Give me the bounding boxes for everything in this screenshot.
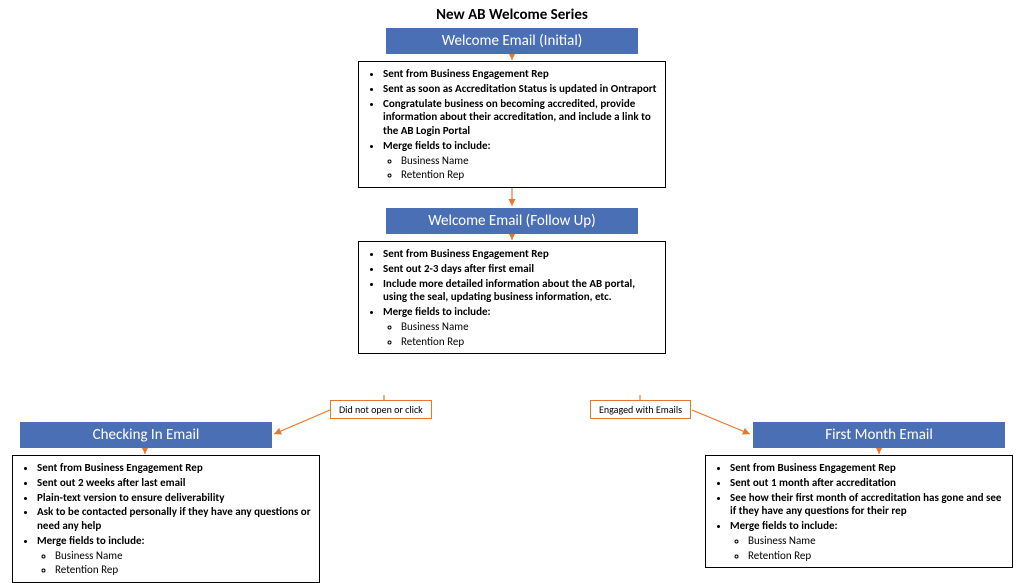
firstmonth-bullet: Merge fields to include: Business Name R… (730, 519, 1004, 562)
checkin-body: Sent from Business Engagement Rep Sent o… (12, 455, 320, 583)
initial-bullet: Merge fields to include: Business Name R… (383, 139, 657, 182)
firstmonth-bullet: Sent out 1 month after accreditation (730, 476, 1004, 490)
checkin-bullet: Sent out 2 weeks after last email (37, 476, 311, 490)
branch-label-right: Engaged with Emails (590, 400, 691, 419)
checkin-bullet: Merge fields to include: Business Name R… (37, 534, 311, 577)
firstmonth-header: First Month Email (753, 422, 1005, 448)
followup-body: Sent from Business Engagement Rep Sent o… (358, 241, 666, 354)
branch-label-left: Did not open or click (330, 400, 432, 419)
initial-bullet: Sent as soon as Accreditation Status is … (383, 82, 657, 96)
initial-merge: Retention Rep (401, 168, 657, 182)
firstmonth-merge: Business Name (748, 534, 1004, 548)
initial-header: Welcome Email (Initial) (386, 28, 638, 54)
firstmonth-bullet: See how their first month of accreditati… (730, 491, 1004, 519)
followup-bullet: Include more detailed information about … (383, 277, 657, 305)
followup-merge: Retention Rep (401, 335, 657, 349)
initial-bullet: Congratulate business on becoming accred… (383, 97, 657, 138)
checkin-bullet: Plain-text version to ensure deliverabil… (37, 491, 311, 505)
checkin-bullet: Ask to be contacted personally if they h… (37, 505, 311, 533)
followup-bullet: Merge fields to include: Business Name R… (383, 305, 657, 348)
followup-header: Welcome Email (Follow Up) (386, 208, 638, 234)
diagram-title: New AB Welcome Series (0, 6, 1024, 24)
followup-bullet: Sent out 2-3 days after first email (383, 262, 657, 276)
checkin-bullet: Sent from Business Engagement Rep (37, 461, 311, 475)
initial-bullet: Sent from Business Engagement Rep (383, 67, 657, 81)
initial-merge: Business Name (401, 154, 657, 168)
checkin-header: Checking In Email (20, 422, 272, 448)
firstmonth-merge: Retention Rep (748, 549, 1004, 563)
checkin-merge: Business Name (55, 549, 311, 563)
followup-merge: Business Name (401, 320, 657, 334)
initial-body: Sent from Business Engagement Rep Sent a… (358, 61, 666, 188)
firstmonth-bullet: Sent from Business Engagement Rep (730, 461, 1004, 475)
followup-bullet: Sent from Business Engagement Rep (383, 247, 657, 261)
firstmonth-body: Sent from Business Engagement Rep Sent o… (705, 455, 1013, 568)
